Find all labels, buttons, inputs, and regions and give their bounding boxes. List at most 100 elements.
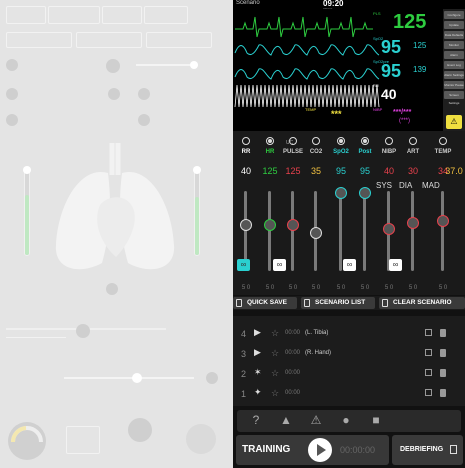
- event-icon: ▶: [254, 327, 261, 337]
- star-icon[interactable]: ☆: [271, 328, 279, 339]
- trash-icon[interactable]: [440, 349, 446, 357]
- channel-slider-knob[interactable]: [240, 219, 252, 231]
- star-icon[interactable]: ☆: [271, 388, 279, 399]
- debriefing-label: DEBRIEFING: [400, 446, 444, 453]
- channel-value: 40: [383, 166, 394, 176]
- scenario-list-button[interactable]: SCENARIO LIST: [301, 297, 375, 309]
- event-row[interactable]: 4 ▶ ☆ 00:00 (L. Tibia): [237, 324, 459, 342]
- nibp-value: ***/***: [393, 109, 412, 116]
- link-icon[interactable]: ∞: [389, 259, 402, 271]
- ghost-tab-3: [102, 6, 142, 24]
- edit-icon[interactable]: [425, 329, 432, 336]
- side-btn-7[interactable]: Monitor Pause: [444, 81, 464, 89]
- channel-slider-track[interactable]: [411, 191, 414, 271]
- alarm-bell-icon[interactable]: ⚠: [446, 115, 462, 129]
- channel-3: CO2 35 5 0: [306, 131, 326, 295]
- side-btn-6[interactable]: Alarm Settings: [444, 71, 464, 79]
- parameter-mixer: RR 40 5 0 HR 125 5 0 PULSE 125 5 0 CO2 35 5 0 SpO2 95…: [233, 131, 465, 295]
- link-icon[interactable]: ∞: [273, 259, 286, 271]
- channel-slider-knob[interactable]: [383, 223, 395, 235]
- thumbs-up-icon[interactable]: ▲: [279, 413, 293, 427]
- side-btn-8[interactable]: Screen Settings: [444, 91, 464, 105]
- channel-slider-knob[interactable]: [287, 219, 299, 231]
- temp-value: ***: [331, 109, 342, 119]
- side-btn-0[interactable]: Configure: [444, 11, 464, 19]
- channel-radio[interactable]: [439, 137, 447, 145]
- channel-slider-track[interactable]: [339, 191, 342, 271]
- side-btn-4[interactable]: Alarm: [444, 51, 464, 59]
- star-icon[interactable]: ☆: [271, 348, 279, 359]
- channel-2: PULSE 125 5 0: [283, 131, 303, 295]
- channel-slider-track[interactable]: [268, 191, 271, 271]
- channel-label: RR: [241, 149, 251, 155]
- temp-label: TEMP: [305, 107, 317, 112]
- nibp-label: NIBP: [373, 107, 383, 112]
- play-button[interactable]: [308, 438, 332, 462]
- trash-icon[interactable]: [440, 369, 446, 377]
- channel-zero: 5 0: [384, 285, 394, 291]
- edit-icon[interactable]: [425, 369, 432, 376]
- scenario-list-label: SCENARIO LIST: [315, 299, 366, 306]
- trash-icon[interactable]: [440, 389, 446, 397]
- channel-value: 95: [335, 166, 346, 176]
- ghost-subtab-3: [146, 32, 212, 48]
- channel-slider-knob[interactable]: [359, 187, 371, 199]
- side-btn-5[interactable]: Event Log: [444, 61, 464, 69]
- channel-radio[interactable]: [266, 137, 274, 145]
- channel-radio[interactable]: [409, 137, 417, 145]
- side-btn-2[interactable]: Data Defaults: [444, 31, 464, 39]
- icon-toolbar: ? ▲ ⚠ ● ■: [237, 410, 461, 432]
- ghost-vbar-right: [194, 168, 200, 256]
- ghost-tab-1: [6, 6, 46, 24]
- channel-radio[interactable]: [242, 137, 250, 145]
- channel-slider-knob[interactable]: [264, 219, 276, 231]
- channel-label: TEMP: [434, 149, 452, 155]
- channel-slider-knob[interactable]: [335, 187, 347, 199]
- sys-label: SYS: [376, 181, 393, 190]
- channel-slider-knob[interactable]: [407, 217, 419, 229]
- event-row[interactable]: 3 ▶ ☆ 00:00 (R. Hand): [237, 344, 459, 362]
- file-icon: [236, 299, 242, 307]
- edit-icon[interactable]: [425, 349, 432, 356]
- side-btn-3[interactable]: Monitor Settings: [444, 41, 464, 55]
- ghost-subtab-1: [6, 32, 72, 48]
- spo2-alt: 125: [413, 41, 427, 50]
- event-row[interactable]: 2 ✶ ☆ 00:00: [237, 364, 459, 382]
- ghost-icon-c: [108, 88, 120, 100]
- edit-icon[interactable]: [425, 389, 432, 396]
- ghost-icon-e: [6, 114, 18, 126]
- channel-slider-track[interactable]: [441, 191, 444, 271]
- event-icon: ✦: [254, 387, 262, 397]
- channel-radio[interactable]: [312, 137, 320, 145]
- channel-5: Post 95 5 0: [355, 131, 375, 295]
- simulator-panel: Scenario 09:20 Alarms PLS 125 SpO2 95 12…: [233, 0, 465, 468]
- mad-label: MAD: [422, 181, 440, 190]
- clear-scenario-button[interactable]: CLEAR SCENARIO: [379, 297, 465, 309]
- timer: 00:00:00: [340, 445, 376, 455]
- side-btn-1[interactable]: Update: [444, 21, 464, 29]
- channel-slider-track[interactable]: [363, 191, 366, 271]
- link-icon[interactable]: ∞: [343, 259, 356, 271]
- quick-save-button[interactable]: QUICK SAVE: [233, 297, 297, 309]
- channel-zero: 5 0: [288, 285, 298, 291]
- channel-slider-knob[interactable]: [437, 215, 449, 227]
- message-icon[interactable]: ■: [369, 413, 383, 427]
- debriefing-button[interactable]: DEBRIEFING: [392, 435, 463, 465]
- channel-slider-track[interactable]: [291, 191, 294, 271]
- help-icon[interactable]: ?: [249, 413, 263, 427]
- channel-slider-knob[interactable]: [310, 227, 322, 239]
- warning-icon[interactable]: ⚠: [309, 413, 323, 427]
- channel-zero: 5 0: [438, 285, 448, 291]
- trash-icon[interactable]: [440, 329, 446, 337]
- event-row[interactable]: 1 ✦ ☆ 00:00: [237, 384, 459, 402]
- star-icon[interactable]: ☆: [271, 368, 279, 379]
- channel-value: 125: [262, 166, 278, 176]
- link-icon[interactable]: ∞: [237, 259, 250, 271]
- channel-radio[interactable]: [361, 137, 369, 145]
- patient-monitor: PLS 125 SpO2 95 125 SpO2pre 95 139 RR 40…: [233, 9, 465, 131]
- chat-icon[interactable]: ●: [339, 413, 353, 427]
- status-left: Scenario: [236, 0, 260, 6]
- channel-radio[interactable]: [385, 137, 393, 145]
- channel-radio[interactable]: [337, 137, 345, 145]
- resp-wave: [234, 84, 380, 108]
